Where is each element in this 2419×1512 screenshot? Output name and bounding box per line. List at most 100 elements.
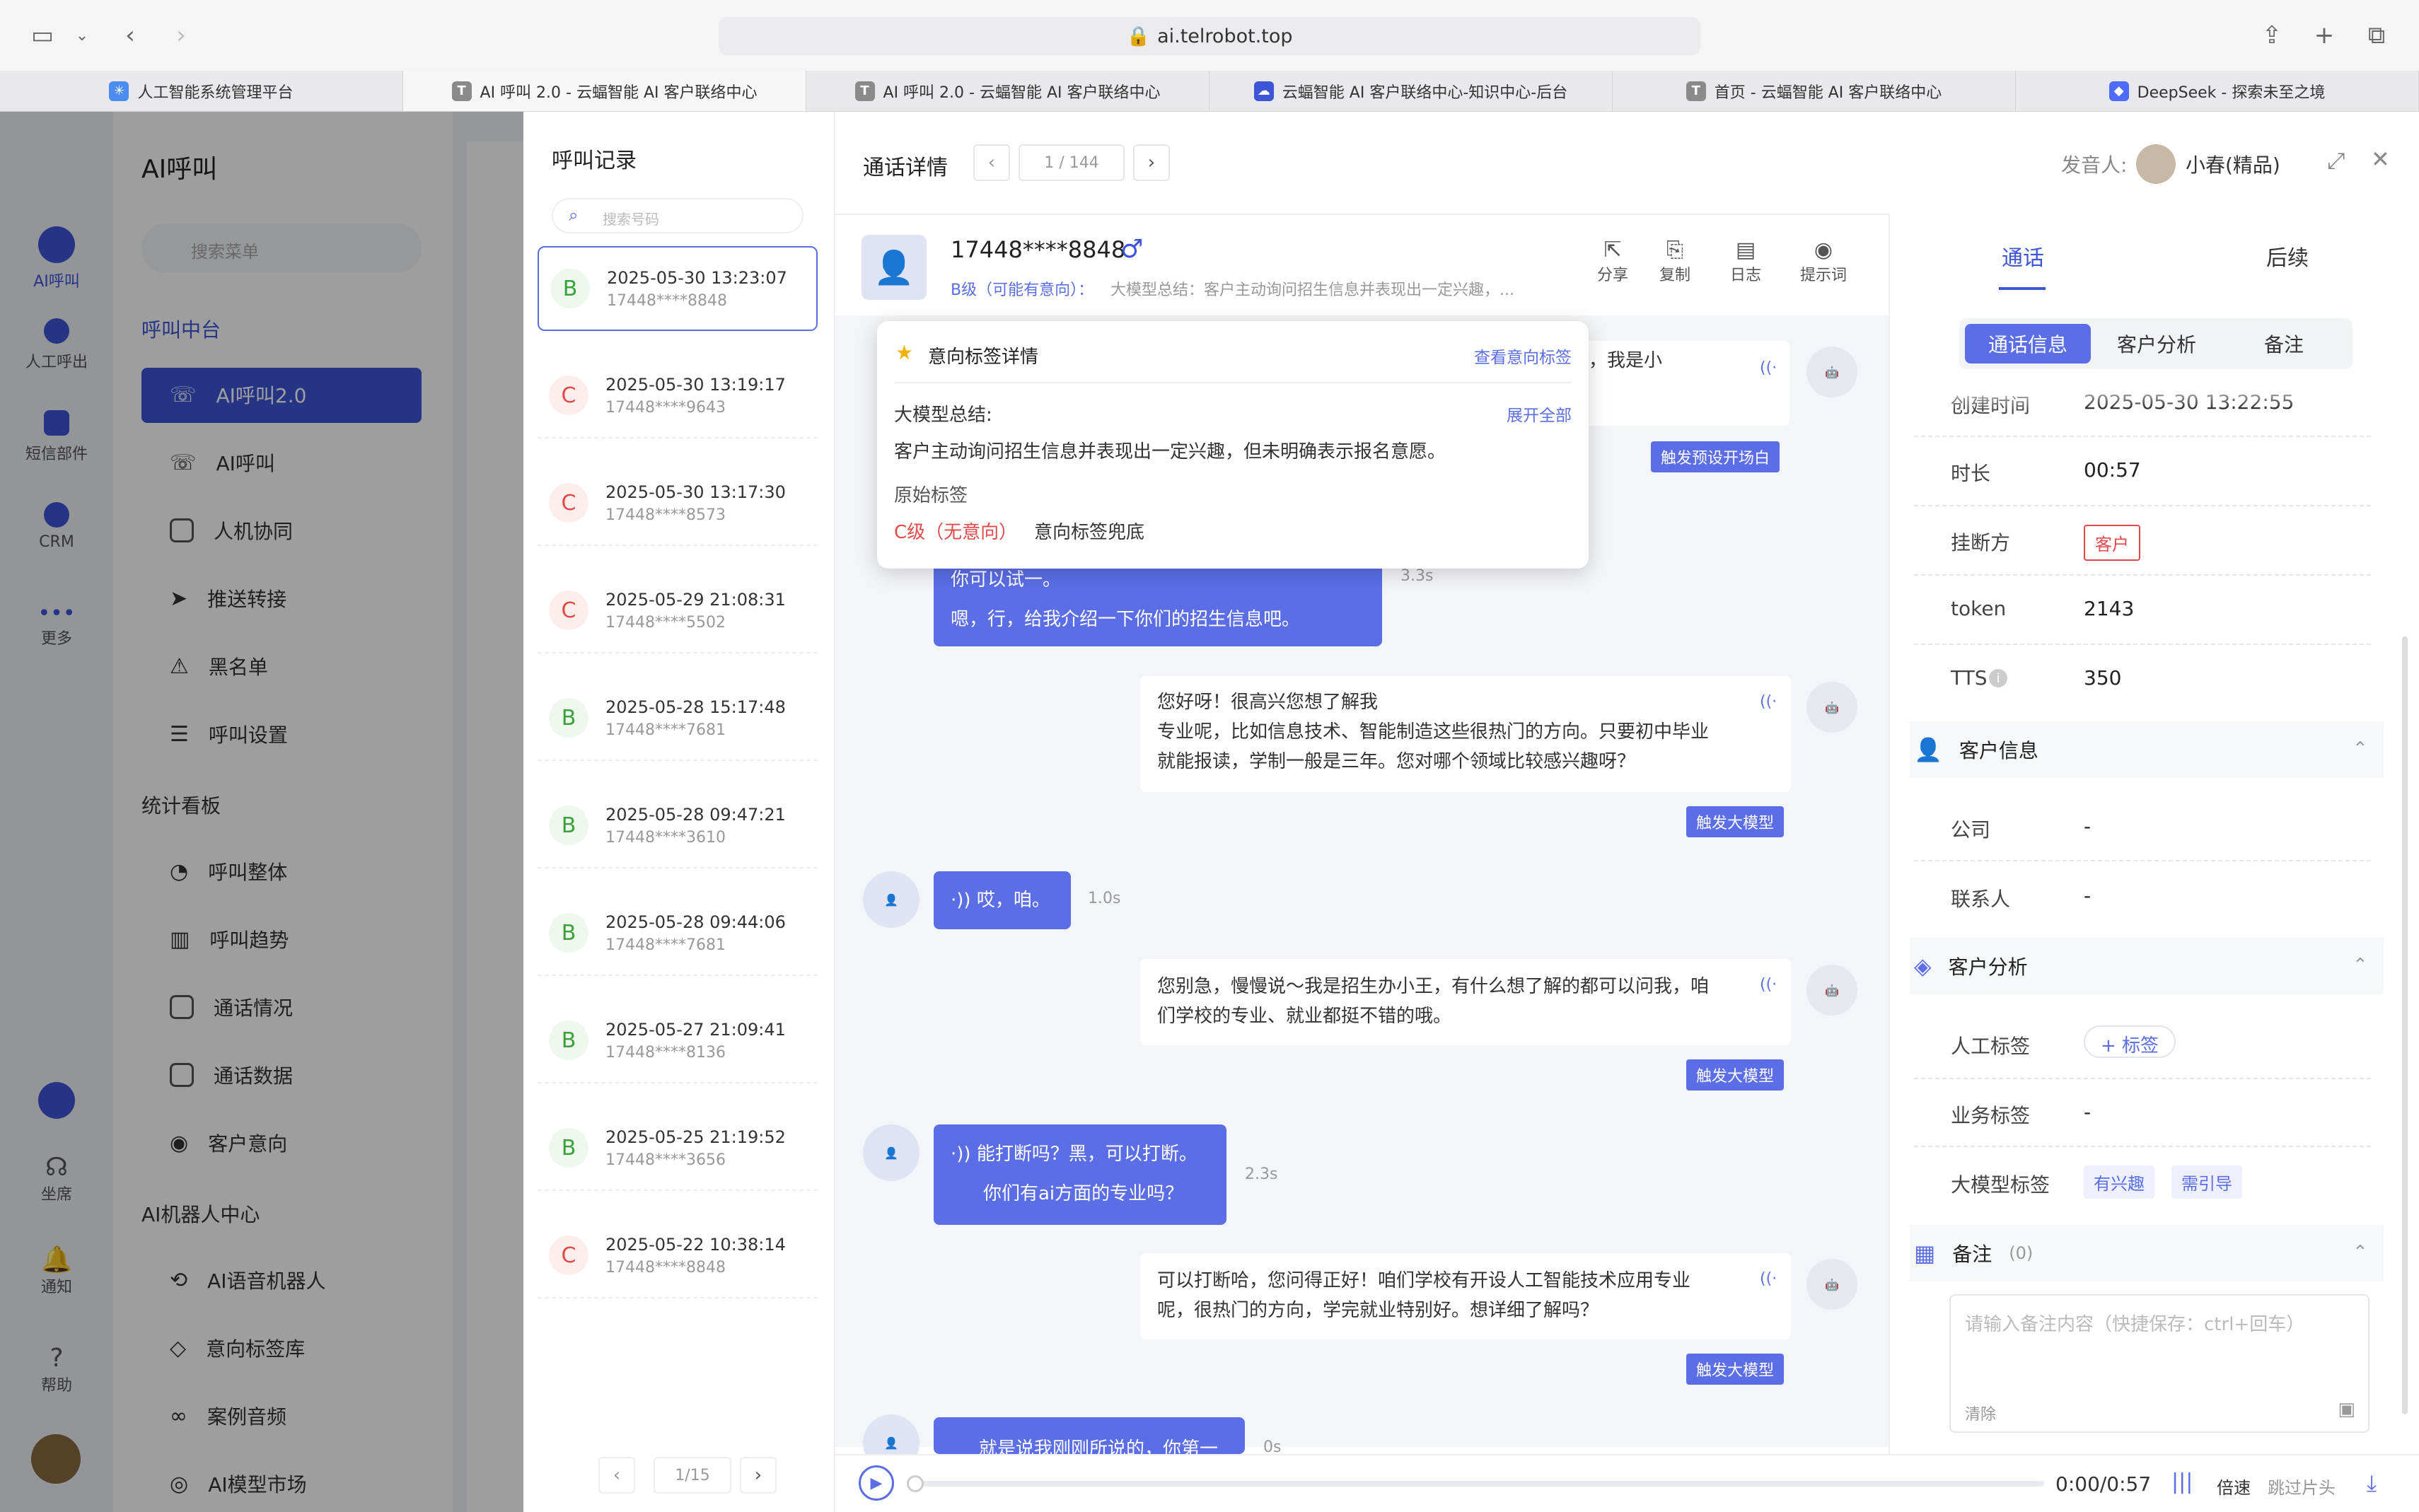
message-text: 您别急，慢慢说～我是招生办小王，有什么想了解的都可以问我，咱 xyxy=(1157,976,1710,997)
info-icon[interactable]: i xyxy=(1989,669,2007,687)
records-pager: 1/15 xyxy=(654,1457,731,1494)
scrollbar[interactable] xyxy=(2402,636,2408,1414)
record-phone: 17448****8573 xyxy=(605,506,726,524)
hangup-badge: 客户 xyxy=(2084,525,2140,561)
browser-tab[interactable]: ☁ 云蝠智能 AI 客户联络中心-知识中心-后台 xyxy=(1210,71,1613,111)
browser-tab[interactable]: T AI 呼叫 2.0 - 云蝠智能 AI 客户联络中心 xyxy=(806,71,1210,111)
browser-tab[interactable]: ◆ DeepSeek - 探索未至之境 xyxy=(2016,71,2419,111)
call-record-item[interactable]: C 2025-05-22 10:38:14 17448****8848 xyxy=(538,1214,818,1298)
play-time: 0:00/0:57 xyxy=(2055,1472,2152,1496)
prev-call-button[interactable]: ‹ xyxy=(973,144,1010,181)
call-record-item[interactable]: B 2025-05-30 13:23:07 17448****8848 xyxy=(538,246,818,331)
customer-info-section[interactable]: 👤 客户信息 xyxy=(1914,735,2038,764)
view-intent-tags-link[interactable]: 查看意向标签 xyxy=(1474,344,1572,368)
collapse-icon[interactable]: ⌃ xyxy=(2353,955,2368,976)
action-label: 复制 xyxy=(1659,267,1690,284)
call-record-item[interactable]: B 2025-05-28 09:47:21 17448****3610 xyxy=(538,784,818,868)
next-page-button[interactable]: › xyxy=(740,1457,777,1494)
user-message[interactable]: 就是说我刚刚所说的，你第一 xyxy=(934,1417,1245,1454)
call-record-item[interactable]: C 2025-05-30 13:19:17 17448****9643 xyxy=(538,354,818,438)
expand-all-link[interactable]: 展开全部 xyxy=(1507,402,1572,426)
record-phone: 17448****8848 xyxy=(605,1258,726,1277)
record-time: 2025-05-28 15:17:48 xyxy=(605,697,786,717)
trigger-badge: 触发大模型 xyxy=(1686,806,1785,837)
clear-button[interactable]: 清除 xyxy=(1965,1402,1996,1424)
tab-favicon-icon: ◆ xyxy=(2108,81,2129,101)
business-tag-label: 业务标签 xyxy=(1951,1104,2031,1127)
customer-analysis-section[interactable]: ◈ 客户分析 xyxy=(1914,952,2028,980)
audio-icon[interactable]: ((· xyxy=(1760,1270,1777,1288)
new-tab-icon[interactable]: + xyxy=(2310,21,2338,50)
log-button[interactable]: ▤ 日志 xyxy=(1720,238,1771,285)
call-record-item[interactable]: B 2025-05-28 15:17:48 17448****7681 xyxy=(538,676,818,761)
section-title: 客户分析 xyxy=(1948,955,2028,979)
subtab-call-info[interactable]: 通话信息 xyxy=(1965,324,2091,364)
manual-tag-label: 人工标签 xyxy=(1951,1035,2031,1058)
section-title: 备注 xyxy=(1952,1243,1992,1266)
share-icon: ⇱ xyxy=(1603,238,1622,262)
message-text: 们学校的专业、就业都挺不错的哦。 xyxy=(1157,1006,1452,1027)
tts-label: TTS xyxy=(1951,666,1988,690)
next-call-button[interactable]: › xyxy=(1133,144,1170,181)
prev-page-button[interactable]: ‹ xyxy=(598,1457,635,1494)
tab-overview-icon[interactable]: ⧉ xyxy=(2362,21,2391,50)
browser-tab[interactable]: T AI 呼叫 2.0 - 云蝠智能 AI 客户联络中心 xyxy=(403,71,806,111)
progress-bar[interactable] xyxy=(912,1481,2044,1487)
tab-call[interactable]: 通话 xyxy=(2002,240,2044,272)
grade-badge: C xyxy=(549,376,588,415)
progress-handle[interactable] xyxy=(907,1475,924,1492)
company-value: - xyxy=(2084,815,2092,838)
business-tag-value: - xyxy=(2084,1100,2092,1124)
subtab-customer-analysis[interactable]: 客户分析 xyxy=(2094,324,2220,364)
play-button[interactable]: ▶ xyxy=(859,1465,894,1501)
note-textarea[interactable]: 请输入备注内容（快捷保存：ctrl+回车） 清除 ▣ xyxy=(1949,1294,2369,1433)
audio-icon[interactable]: ((· xyxy=(1760,976,1777,994)
speed-button[interactable]: 倍速 xyxy=(2217,1474,2251,1499)
record-time: 2025-05-28 09:44:06 xyxy=(605,912,786,932)
record-time: 2025-05-30 13:17:30 xyxy=(605,482,786,502)
share-icon[interactable]: ⇪ xyxy=(2258,21,2286,50)
save-icon[interactable]: ▣ xyxy=(2338,1399,2355,1420)
record-time: 2025-05-22 10:38:14 xyxy=(605,1234,786,1255)
add-tag-button[interactable]: + 标签 xyxy=(2084,1025,2176,1058)
share-button[interactable]: ⇱ 分享 xyxy=(1587,238,1638,285)
call-record-item[interactable]: B 2025-05-27 21:09:41 17448****8136 xyxy=(538,999,818,1083)
download-icon[interactable]: ⤓ xyxy=(2367,1470,2377,1497)
intent-grade[interactable]: B级（可能有意向）： xyxy=(951,277,1094,300)
subtab-notes[interactable]: 备注 xyxy=(2221,324,2347,364)
forward-icon[interactable]: › xyxy=(167,21,195,50)
user-message[interactable]: ·)) 能打断吗？黑，可以打断。 你们有ai方面的专业吗？ xyxy=(934,1124,1226,1225)
call-record-item[interactable]: C 2025-05-30 13:17:30 17448****8573 xyxy=(538,461,818,546)
back-icon[interactable]: ‹ xyxy=(116,21,144,50)
grade-badge: C xyxy=(549,591,588,630)
user-message[interactable]: ·)) 哎，咱。 xyxy=(934,871,1071,929)
note-placeholder: 请输入备注内容（快捷保存：ctrl+回车） xyxy=(1965,1314,2305,1335)
expand-icon[interactable]: ⤢ xyxy=(2327,147,2345,175)
waveform-icon[interactable]: ||| xyxy=(2171,1470,2193,1494)
prompt-button[interactable]: ◉ 提示词 xyxy=(1789,238,1857,285)
audio-icon[interactable]: ((· xyxy=(1760,693,1777,711)
notes-section[interactable]: ▦ 备注 (0) xyxy=(1914,1239,2033,1267)
browser-tab[interactable]: T 首页 - 云蝠智能 AI 客户联络中心 xyxy=(1613,71,2016,111)
skip-intro-button[interactable]: 跳过片头 xyxy=(2268,1474,2336,1499)
collapse-icon[interactable]: ⌃ xyxy=(2353,1242,2368,1263)
speaker-name[interactable]: 小春(精品) xyxy=(2186,150,2280,178)
tab-followup[interactable]: 后续 xyxy=(2266,240,2309,272)
audio-icon[interactable]: ((· xyxy=(1760,359,1777,377)
call-record-item[interactable]: C 2025-05-29 21:08:31 17448****5502 xyxy=(538,569,818,653)
collapse-icon[interactable]: ⌃ xyxy=(2353,738,2368,760)
chevron-down-icon[interactable]: ⌄ xyxy=(68,21,96,50)
call-record-item[interactable]: B 2025-05-25 21:19:52 17448****3656 xyxy=(538,1106,818,1191)
phone-search-input[interactable]: 搜索号码 xyxy=(552,198,804,233)
tts-value: 350 xyxy=(2084,666,2122,690)
divider xyxy=(1914,644,2371,645)
copy-button[interactable]: ⎘ 复制 xyxy=(1649,238,1700,285)
browser-tab[interactable]: ✳ 人工智能系统管理平台 xyxy=(0,71,403,111)
tab-label: 云蝠智能 AI 客户联络中心-知识中心-后台 xyxy=(1282,83,1568,102)
call-record-item[interactable]: B 2025-05-28 09:44:06 17448****7681 xyxy=(538,891,818,976)
tab-favicon-icon: ✳ xyxy=(109,81,129,101)
close-icon[interactable]: ✕ xyxy=(2371,146,2390,173)
address-bar[interactable]: 🔒 ai.telrobot.top xyxy=(719,17,1700,55)
tab-label: 首页 - 云蝠智能 AI 客户联络中心 xyxy=(1714,83,1942,102)
sidebar-toggle-icon[interactable]: ▭ xyxy=(28,21,57,50)
